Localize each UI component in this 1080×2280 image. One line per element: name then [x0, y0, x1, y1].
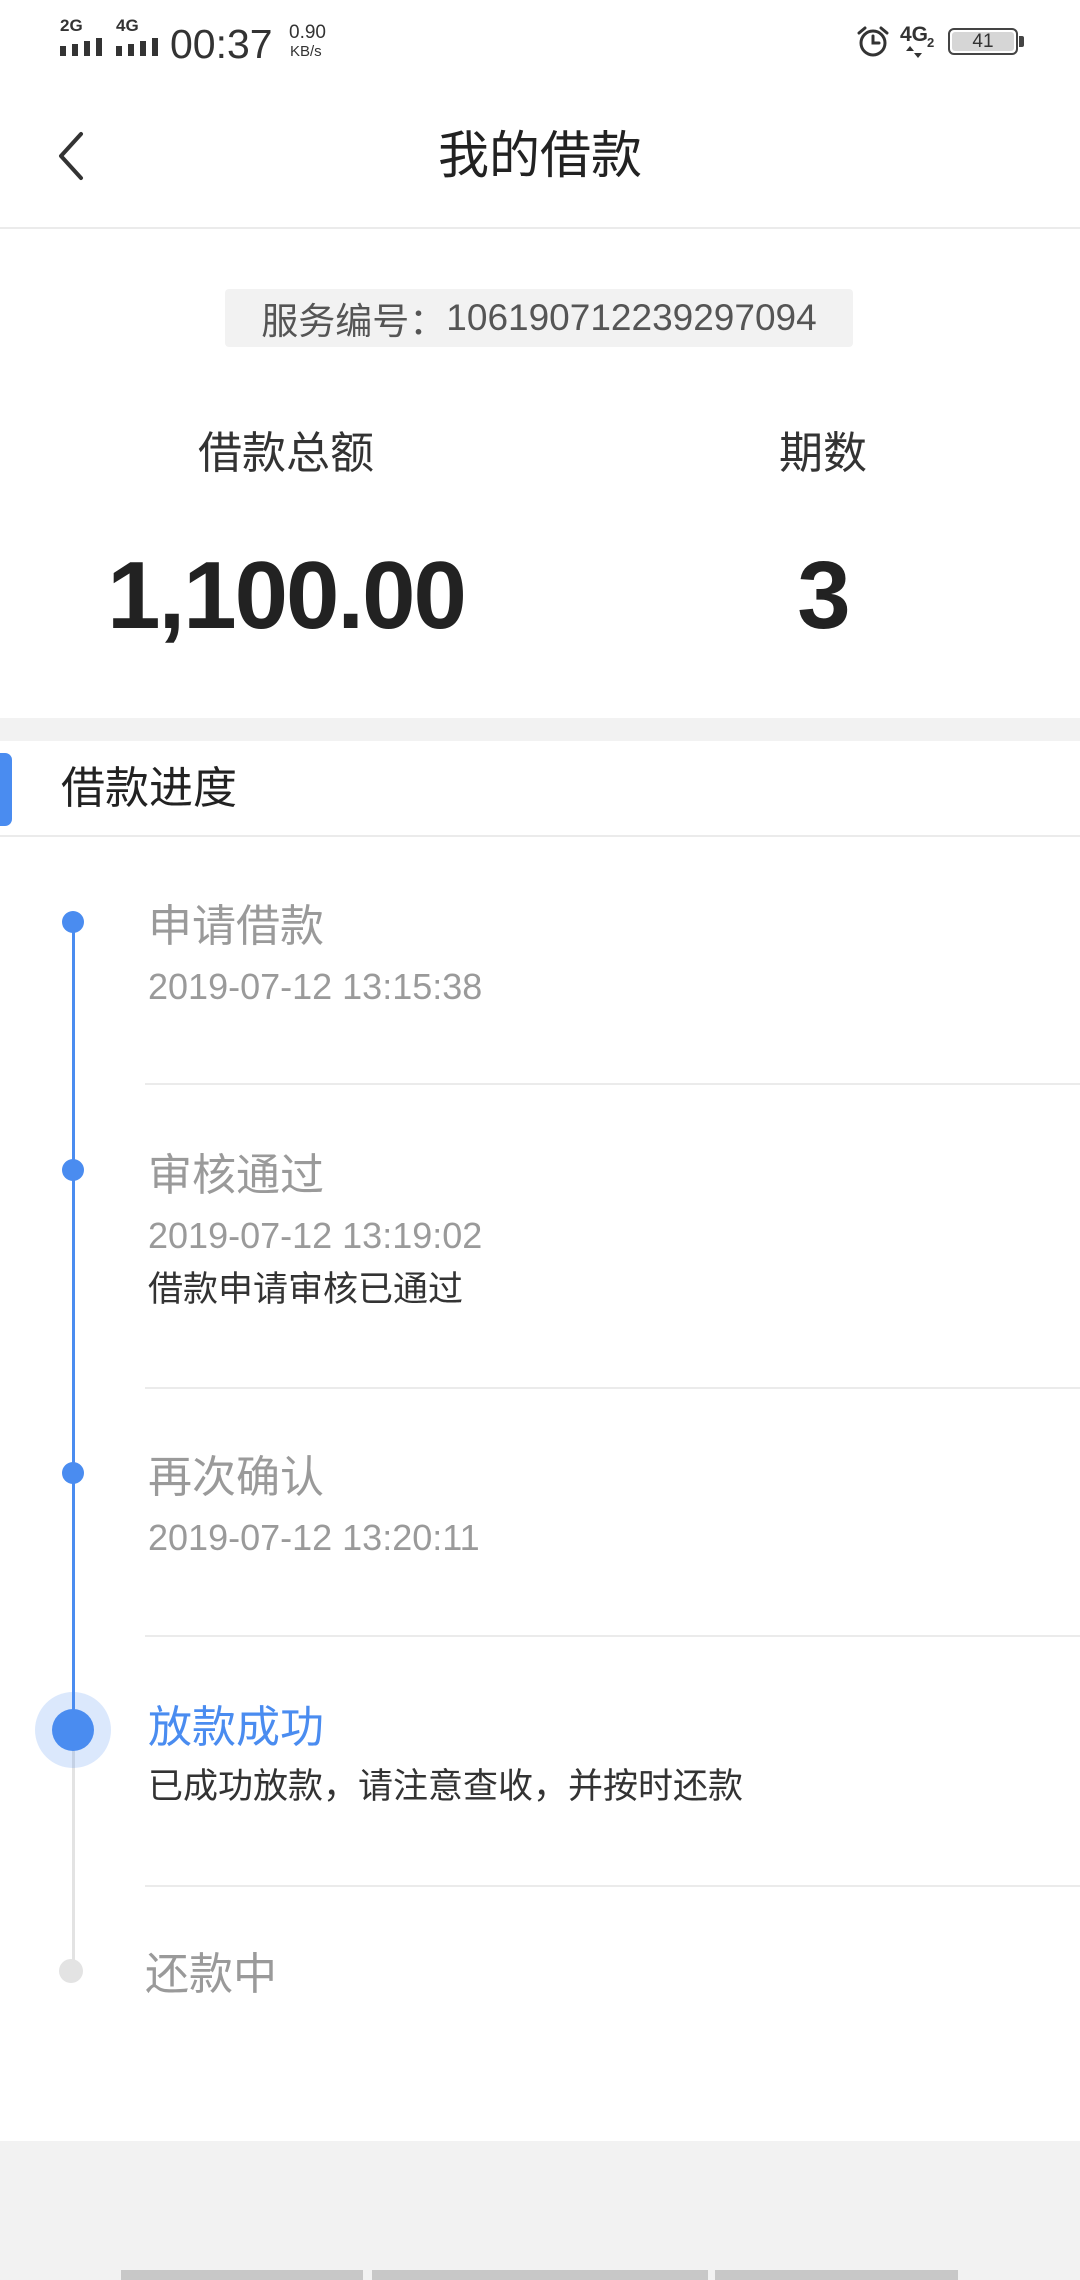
service-number-value: 106190712239297094	[446, 297, 817, 338]
network-speed-value: 0.90	[289, 22, 326, 43]
step-title: 还款中	[145, 1950, 277, 1999]
step-title: 申请借款	[148, 902, 324, 951]
bottom-bar-segment	[715, 2270, 958, 2280]
service-number-label: 服务编号：	[261, 301, 447, 342]
timeline-dot	[62, 1462, 84, 1484]
step-divider	[145, 1635, 1080, 1637]
step-divider	[145, 1885, 1080, 1887]
network-label-2: 4G	[116, 16, 139, 35]
timeline-dot-current	[52, 1709, 94, 1751]
timeline-dot	[62, 1159, 84, 1181]
timeline-dot-pending	[59, 1959, 83, 1983]
section-accent-bar	[0, 753, 12, 826]
step-divider	[145, 1083, 1080, 1085]
signal-icon	[60, 38, 102, 56]
step-title: 审核通过	[148, 1151, 324, 1200]
timeline-line-pending	[72, 1730, 75, 1971]
step-time: 2019-07-12 13:19:02	[148, 1215, 483, 1256]
bottom-bar-segment	[121, 2270, 363, 2280]
network-speed-unit: KB/s	[290, 43, 322, 60]
step-divider	[145, 1387, 1080, 1389]
timeline-dot	[62, 911, 84, 933]
sim-slot-label: 2	[927, 35, 935, 50]
section-divider	[0, 835, 1080, 837]
bottom-bar-segment	[372, 2270, 708, 2280]
loan-periods-label: 期数	[779, 429, 867, 478]
service-number-box: 服务编号： 106190712239297094	[225, 289, 853, 347]
timeline-line-completed	[72, 922, 75, 1730]
mobile-network-label: 4G	[900, 23, 929, 46]
signal-icon	[116, 38, 158, 56]
page-title: 我的借款	[437, 127, 642, 184]
step-time: 2019-07-12 13:20:11	[148, 1517, 480, 1558]
step-note: 借款申请审核已通过	[148, 1270, 464, 1309]
progress-panel	[0, 741, 1080, 2141]
battery-level: 41	[952, 32, 1014, 51]
battery-icon: 41	[948, 28, 1018, 55]
header-divider	[0, 227, 1080, 229]
step-title: 再次确认	[148, 1453, 324, 1502]
loan-amount-value: 1,100.00	[107, 542, 467, 649]
alarm-icon	[857, 26, 889, 57]
step-time: 2019-07-12 13:15:38	[148, 966, 483, 1007]
step-title: 放款成功	[148, 1703, 324, 1752]
battery-knob	[1019, 36, 1024, 47]
network-label-1: 2G	[60, 16, 83, 35]
loan-periods-value: 3	[797, 542, 850, 649]
data-activity-icon	[906, 46, 922, 58]
step-note: 已成功放款，请注意查收，并按时还款	[148, 1767, 744, 1806]
section-title: 借款进度	[61, 764, 237, 813]
status-time: 00:37	[170, 21, 273, 67]
loan-amount-label: 借款总额	[198, 429, 374, 478]
